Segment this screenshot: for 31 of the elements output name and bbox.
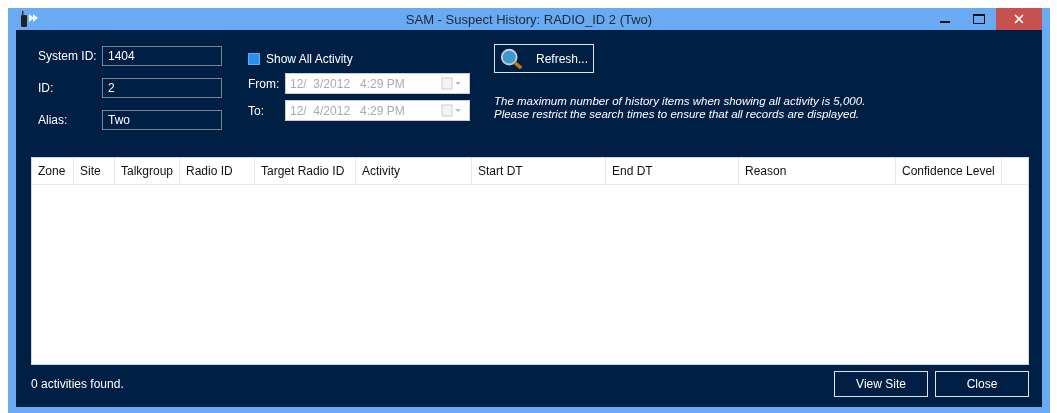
search-icon bbox=[500, 46, 524, 71]
column-header[interactable]: Target Radio ID bbox=[255, 158, 356, 184]
dialog-button[interactable]: View Site bbox=[834, 371, 928, 397]
refresh-button[interactable]: Refresh... bbox=[494, 44, 594, 73]
info-note: The maximum number of history items when showing all activity is 5,000. Please restrict the search times to ensure that all records are displayed. bbox=[494, 95, 866, 121]
checkbox[interactable] bbox=[248, 53, 260, 65]
column-header[interactable]: Site bbox=[74, 158, 115, 184]
input-field[interactable]: Two bbox=[102, 110, 222, 130]
status-text: 0 activities found. bbox=[31, 377, 124, 391]
column-header[interactable]: Zone bbox=[32, 158, 74, 184]
field-label: System ID: bbox=[38, 49, 98, 63]
window-title: SAM - Suspect History: RADIO_ID 2 (Two) bbox=[404, 11, 654, 27]
column-header[interactable]: Confidence Level bbox=[896, 158, 1002, 184]
column-header[interactable]: Talkgroup bbox=[115, 158, 180, 184]
input-field[interactable]: 2 bbox=[102, 78, 222, 98]
field-label: Alias: bbox=[38, 113, 69, 127]
column-header[interactable]: Activity bbox=[356, 158, 472, 184]
column-header[interactable]: Reason bbox=[739, 158, 896, 184]
maximize-icon[interactable] bbox=[973, 14, 985, 24]
column-header[interactable]: Radio ID bbox=[180, 158, 255, 184]
date-label: To: bbox=[248, 103, 265, 118]
field-label: ID: bbox=[38, 81, 55, 95]
column-header[interactable]: End DT bbox=[606, 158, 739, 184]
radio-icon bbox=[18, 9, 40, 29]
date-label: From: bbox=[248, 76, 281, 91]
close-icon bbox=[1014, 14, 1024, 24]
input-field[interactable]: 1404 bbox=[102, 46, 222, 66]
checkbox-label: Show All Activity bbox=[266, 52, 353, 66]
column-header[interactable]: Start DT bbox=[472, 158, 606, 184]
close-button[interactable] bbox=[996, 8, 1042, 30]
dialog-button[interactable]: Close bbox=[935, 371, 1029, 397]
